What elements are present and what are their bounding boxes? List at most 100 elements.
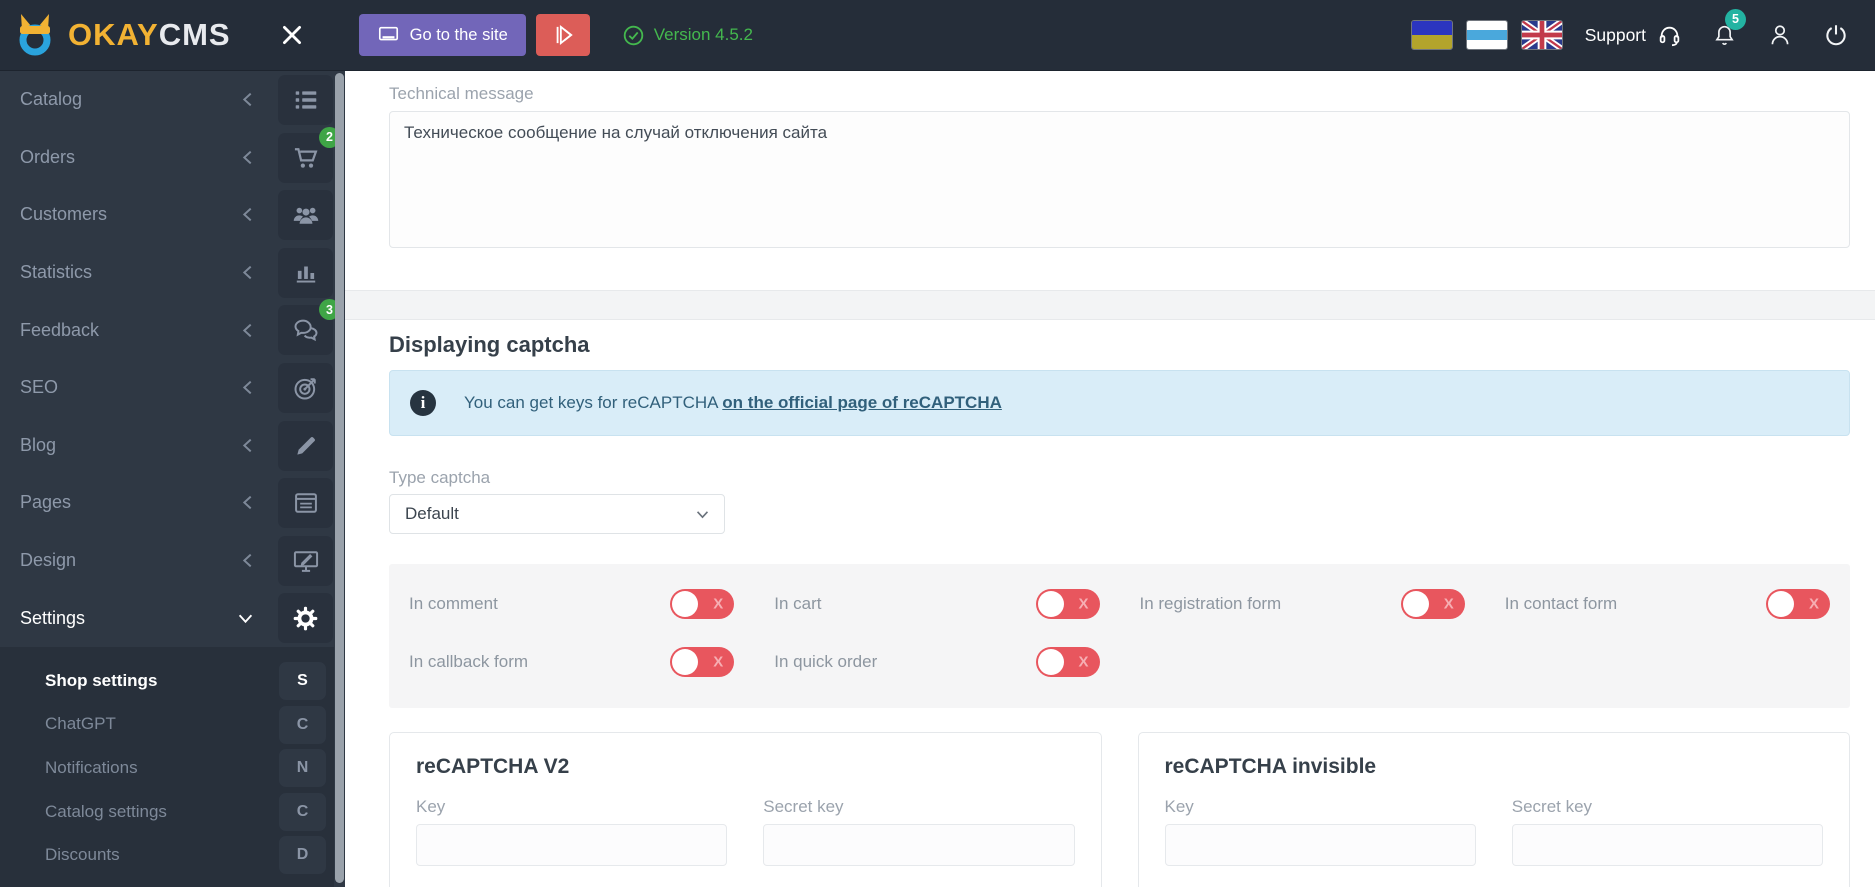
sidebar-item-pages[interactable]: Pages — [0, 474, 277, 532]
recaptcha-invisible-secret-field: Secret key — [1511, 779, 1823, 866]
page-icon — [292, 489, 320, 517]
submenu-item-chatgpt[interactable]: ChatGPT — [0, 703, 277, 747]
type-captcha-label: Type captcha — [389, 468, 491, 487]
toggle-cell-in-contact-form: In contact form — [1485, 588, 1850, 620]
sidebar-tile-blog[interactable] — [278, 420, 333, 471]
recaptcha-invisible-secret-input[interactable] — [1511, 824, 1823, 866]
toggle-cell-in-cart: In cart — [754, 588, 1119, 620]
toggle-label: In contact form — [1504, 594, 1618, 613]
chevron-left-icon — [242, 150, 253, 165]
submenu-tile-catalog-settings[interactable]: C — [279, 792, 326, 831]
captcha-section-title: Displaying captcha — [389, 332, 590, 357]
toggle-label: In quick order — [774, 652, 878, 671]
toggle-in-cart[interactable] — [1035, 589, 1100, 619]
technical-message-textarea[interactable]: Техническое сообщение на случай отключен… — [389, 111, 1850, 248]
sidebar-item-orders[interactable]: Orders — [0, 129, 277, 187]
cart-icon — [292, 144, 320, 172]
chevron-left-icon — [242, 380, 253, 395]
chevron-down-icon — [696, 510, 709, 519]
toggle-in-contact-form[interactable] — [1766, 589, 1830, 619]
chevron-left-icon — [242, 323, 253, 338]
toggle-label: In callback form — [409, 652, 529, 671]
sidebar-tile-catalog[interactable] — [278, 75, 333, 125]
sidebar-item-label: Blog — [20, 434, 57, 455]
toggle-in-registration-form[interactable] — [1400, 589, 1465, 619]
sidebar-tile-settings[interactable] — [278, 593, 333, 644]
go-to-site-button[interactable]: Go to the site — [358, 14, 526, 56]
sidebar-item-customers[interactable]: Customers — [0, 186, 277, 244]
toggle-knob — [1768, 591, 1794, 617]
submenu-item-shop-settings[interactable]: Shop settings — [0, 659, 277, 703]
demo-data-button[interactable] — [535, 14, 590, 56]
letter-badge: C — [296, 802, 309, 820]
toggle-cell-in-callback-form: In callback form — [389, 646, 754, 678]
recaptcha-v2-key-input[interactable] — [416, 824, 728, 866]
recaptcha-info-alert: i You can get keys for reCAPTCHA on the … — [389, 370, 1850, 436]
notifications-count-badge: 5 — [1725, 8, 1746, 30]
sidebar-item-catalog[interactable]: Catalog — [0, 71, 277, 129]
user-profile-icon[interactable] — [1767, 22, 1793, 48]
type-captcha-value: Default — [405, 504, 459, 523]
notifications-bell[interactable]: 5 — [1712, 8, 1746, 49]
toggle-cell-in-registration-form: In registration form — [1120, 588, 1485, 620]
recaptcha-invisible-key-input[interactable] — [1164, 824, 1476, 866]
sidebar-item-statistics[interactable]: Statistics — [0, 244, 277, 302]
sidebar-item-label: Design — [20, 550, 77, 571]
submenu-tile-chatgpt[interactable]: C — [279, 705, 326, 744]
recaptcha-v2-title: reCAPTCHA V2 — [416, 755, 570, 778]
sidebar-item-label: SEO — [20, 377, 59, 398]
info-icon: i — [410, 390, 436, 416]
okaycms-logo[interactable]: OKAYCMS — [12, 13, 231, 57]
sidebar-tile-customers[interactable] — [278, 190, 333, 241]
sidebar-scrollbar — [334, 71, 345, 887]
sidebar-item-design[interactable]: Design — [0, 532, 277, 590]
recaptcha-official-page-link[interactable]: on the official page of reCAPTCHA — [722, 393, 1002, 412]
support-link[interactable]: Support — [1585, 23, 1682, 48]
type-captcha-select[interactable]: Default — [389, 494, 725, 534]
submenu-item-label: ChatGPT — [45, 714, 116, 734]
recaptcha-v2-secret-input[interactable] — [763, 824, 1075, 866]
logout-power-icon[interactable] — [1823, 22, 1849, 48]
frame: Catalog Orders Customers Statistics Feed… — [0, 71, 1875, 887]
submenu-item-label: Discounts — [45, 845, 120, 865]
topbar: OKAYCMS Go to the site Version 4.5.2 Sup… — [0, 0, 1875, 71]
key-label: Key — [416, 797, 446, 816]
sidebar-tile-pages[interactable] — [278, 478, 333, 529]
sidebar-scrollbar-thumb[interactable] — [335, 73, 344, 883]
technical-message-section: Technical message Техническое сообщение … — [345, 71, 1875, 290]
sidebar-item-settings[interactable]: Settings — [0, 589, 277, 647]
flag-united-kingdom[interactable] — [1520, 20, 1563, 50]
sidebar-item-label: Orders — [20, 146, 76, 167]
toggle-cell-in-comment: In comment — [389, 588, 754, 620]
sidebar-item-feedback[interactable]: Feedback — [0, 301, 277, 359]
toggle-in-comment[interactable] — [670, 589, 735, 619]
sidebar-item-seo[interactable]: SEO — [0, 359, 277, 417]
sidebar-tile-design[interactable] — [278, 535, 333, 586]
toggle-in-quick-order[interactable] — [1035, 647, 1100, 677]
sidebar-item-blog[interactable]: Blog — [0, 417, 277, 475]
submenu-item-catalog-settings[interactable]: Catalog settings — [0, 790, 277, 834]
flag-white-blue-white[interactable] — [1465, 20, 1508, 50]
sidebar-tile-orders[interactable]: 2 — [278, 126, 340, 183]
chevron-left-icon — [242, 207, 253, 222]
submenu-tile-discounts[interactable]: D — [279, 836, 326, 875]
target-icon — [292, 374, 320, 402]
submenu-tile-notifications[interactable]: N — [279, 749, 326, 788]
main-content: Technical message Техническое сообщение … — [345, 71, 1875, 887]
toggle-in-callback-form[interactable] — [670, 647, 735, 677]
sidebar-tile-seo[interactable] — [278, 363, 333, 413]
toggle-cell-empty — [1120, 646, 1485, 678]
chevron-left-icon — [242, 553, 253, 568]
close-menu-icon[interactable] — [279, 22, 305, 48]
sidebar-tile-statistics[interactable] — [278, 247, 333, 298]
submenu-item-notifications[interactable]: Notifications — [0, 746, 277, 790]
sidebar-tile-feedback[interactable]: 3 — [278, 299, 340, 356]
submenu-tile-shop-settings[interactable]: S — [279, 662, 326, 700]
flag-ukraine[interactable] — [1410, 20, 1453, 50]
version-label: Version 4.5.2 — [653, 25, 753, 44]
sidebar-item-label: Feedback — [20, 319, 100, 340]
submenu-item-discounts[interactable]: Discounts — [0, 833, 277, 877]
letter-badge: S — [297, 672, 308, 689]
okaycms-admin: OKAYCMS Go to the site Version 4.5.2 Sup… — [0, 0, 1875, 887]
key-label: Key — [1164, 797, 1194, 816]
